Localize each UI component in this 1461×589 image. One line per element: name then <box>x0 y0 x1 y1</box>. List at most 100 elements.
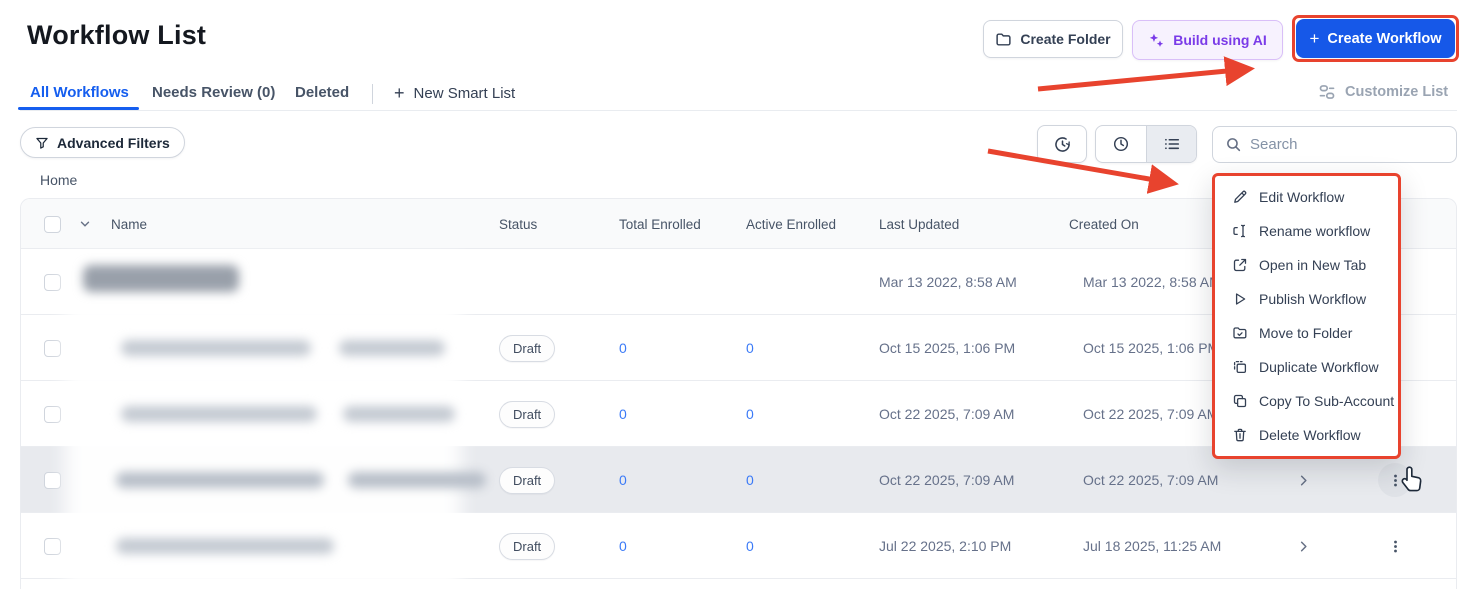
tabs-divider <box>372 84 373 104</box>
search-icon <box>1227 138 1241 152</box>
pencil-icon <box>1234 190 1247 203</box>
search-input[interactable] <box>1250 136 1430 153</box>
column-header-status: Status <box>499 216 538 232</box>
view-toggle-group <box>1095 125 1197 163</box>
workflow-name-blurred <box>339 340 445 356</box>
status-badge: Draft <box>499 334 556 362</box>
column-header-last-updated: Last Updated <box>879 216 960 232</box>
workflow-name-blurred <box>121 340 311 356</box>
rename-icon <box>1233 224 1246 238</box>
enrollment-history-button[interactable] <box>1037 125 1087 163</box>
total-enrolled-link[interactable]: 0 <box>619 381 627 447</box>
clock-icon <box>1113 136 1129 152</box>
menu-item-move-to-folder[interactable]: Move to Folder <box>1215 316 1398 350</box>
menu-item-delete-workflow[interactable]: Delete Workflow <box>1215 418 1398 452</box>
column-header-created-on: Created On <box>1069 216 1139 232</box>
plus-icon: + <box>394 83 405 103</box>
chevron-down-icon[interactable] <box>78 217 92 231</box>
play-icon <box>1235 293 1246 305</box>
chevron-right-icon[interactable] <box>1296 473 1311 488</box>
external-link-icon <box>1233 258 1247 272</box>
sliders-icon <box>1319 85 1335 99</box>
status-badge: Draft <box>499 466 556 494</box>
cell-last-updated: Jul 22 2025, 2:10 PM <box>879 538 1012 554</box>
cell-last-updated: Oct 22 2025, 7:09 AM <box>879 406 1015 422</box>
cell-last-updated: Oct 22 2025, 7:09 AM <box>879 472 1015 488</box>
build-using-ai-label: Build using AI <box>1173 32 1267 48</box>
tab-all-workflows[interactable]: All Workflows <box>30 84 129 101</box>
row-checkbox[interactable] <box>44 273 61 291</box>
folder-icon <box>996 32 1011 46</box>
workflow-name-blurred <box>116 472 324 488</box>
cell-created-on: Oct 22 2025, 7:09 AM <box>1083 406 1219 422</box>
cell-created-on: Oct 22 2025, 7:09 AM <box>1083 472 1219 488</box>
active-enrolled-link[interactable]: 0 <box>746 381 754 447</box>
workflow-list-page: Workflow List Create Folder Build using … <box>0 0 1461 589</box>
active-enrolled-link[interactable]: 0 <box>746 513 754 579</box>
row-checkbox[interactable] <box>44 471 61 489</box>
active-enrolled-link[interactable]: 0 <box>746 315 754 381</box>
trash-icon <box>1234 428 1246 442</box>
workflow-name-blurred <box>116 538 334 554</box>
workflow-name-blurred <box>83 265 239 292</box>
new-smart-list-button[interactable]: + New Smart List <box>394 83 515 104</box>
column-header-total-enrolled: Total Enrolled <box>619 216 701 232</box>
customize-list-label: Customize List <box>1345 84 1449 100</box>
row-checkbox[interactable] <box>44 537 61 555</box>
build-using-ai-button[interactable]: Build using AI <box>1132 20 1283 60</box>
hand-cursor-icon <box>1401 466 1422 492</box>
breadcrumb: Home <box>40 172 78 188</box>
copy-icon <box>1233 394 1247 408</box>
row-checkbox[interactable] <box>44 405 61 423</box>
cell-last-updated: Oct 15 2025, 1:06 PM <box>879 340 1016 356</box>
arrow-to-create-workflow <box>1037 56 1255 92</box>
menu-item-rename-workflow[interactable]: Rename workflow <box>1215 214 1398 248</box>
column-header-name: Name <box>111 216 148 232</box>
list-icon <box>1164 138 1179 150</box>
folder-move-icon <box>1233 327 1247 339</box>
active-enrolled-link[interactable]: 0 <box>746 447 754 513</box>
workflow-name-blurred <box>121 406 317 422</box>
menu-item-publish-workflow[interactable]: Publish Workflow <box>1215 282 1398 316</box>
kebab-icon <box>1393 540 1397 552</box>
sparkles-icon <box>1150 33 1164 47</box>
page-title: Workflow List <box>27 20 207 50</box>
menu-item-edit-workflow[interactable]: Edit Workflow <box>1215 180 1398 214</box>
list-view-toggle[interactable] <box>1146 126 1196 162</box>
history-clock-icon <box>1054 136 1070 152</box>
menu-item-copy-to-sub-account[interactable]: Copy To Sub-Account <box>1215 384 1398 418</box>
recent-view-toggle[interactable] <box>1096 126 1146 162</box>
advanced-filters-button[interactable]: Advanced Filters <box>20 127 185 158</box>
cell-created-on: Oct 15 2025, 1:06 PM <box>1083 340 1220 356</box>
customize-list-button[interactable]: Customize List <box>1318 83 1448 101</box>
new-smart-list-label: New Smart List <box>413 85 516 102</box>
row-checkbox[interactable] <box>44 339 61 357</box>
cell-created-on: Jul 18 2025, 11:25 AM <box>1083 538 1222 554</box>
create-folder-label: Create Folder <box>1020 31 1111 47</box>
chevron-right-icon[interactable] <box>1296 539 1311 554</box>
total-enrolled-link[interactable]: 0 <box>619 447 627 513</box>
cell-last-updated: Mar 13 2022, 8:58 AM <box>879 274 1017 290</box>
search-box <box>1212 126 1457 163</box>
total-enrolled-link[interactable]: 0 <box>619 315 627 381</box>
funnel-icon <box>36 137 48 149</box>
cell-created-on: Mar 13 2022, 8:58 AM <box>1083 274 1221 290</box>
row-actions-kebab-button[interactable] <box>1377 513 1413 579</box>
workflow-name-blurred <box>348 472 486 488</box>
tabs-bottom-border <box>20 110 1457 111</box>
create-folder-button[interactable]: Create Folder <box>983 20 1123 58</box>
tab-needs-review[interactable]: Needs Review (0) <box>152 84 275 101</box>
workflow-name-blurred <box>343 406 455 422</box>
total-enrolled-link[interactable]: 0 <box>619 513 627 579</box>
tab-deleted[interactable]: Deleted <box>295 84 349 101</box>
annotation-box-create-workflow <box>1292 15 1459 62</box>
advanced-filters-label: Advanced Filters <box>57 134 170 151</box>
menu-item-open-in-new-tab[interactable]: Open in New Tab <box>1215 248 1398 282</box>
status-badge: Draft <box>499 400 556 428</box>
menu-item-duplicate-workflow[interactable]: Duplicate Workflow <box>1215 350 1398 384</box>
column-header-active-enrolled: Active Enrolled <box>746 216 837 232</box>
duplicate-icon <box>1233 360 1247 374</box>
select-all-checkbox[interactable] <box>44 215 61 233</box>
status-badge: Draft <box>499 532 556 560</box>
workflow-context-menu: Edit Workflow Rename workflow Open in Ne… <box>1212 173 1401 459</box>
